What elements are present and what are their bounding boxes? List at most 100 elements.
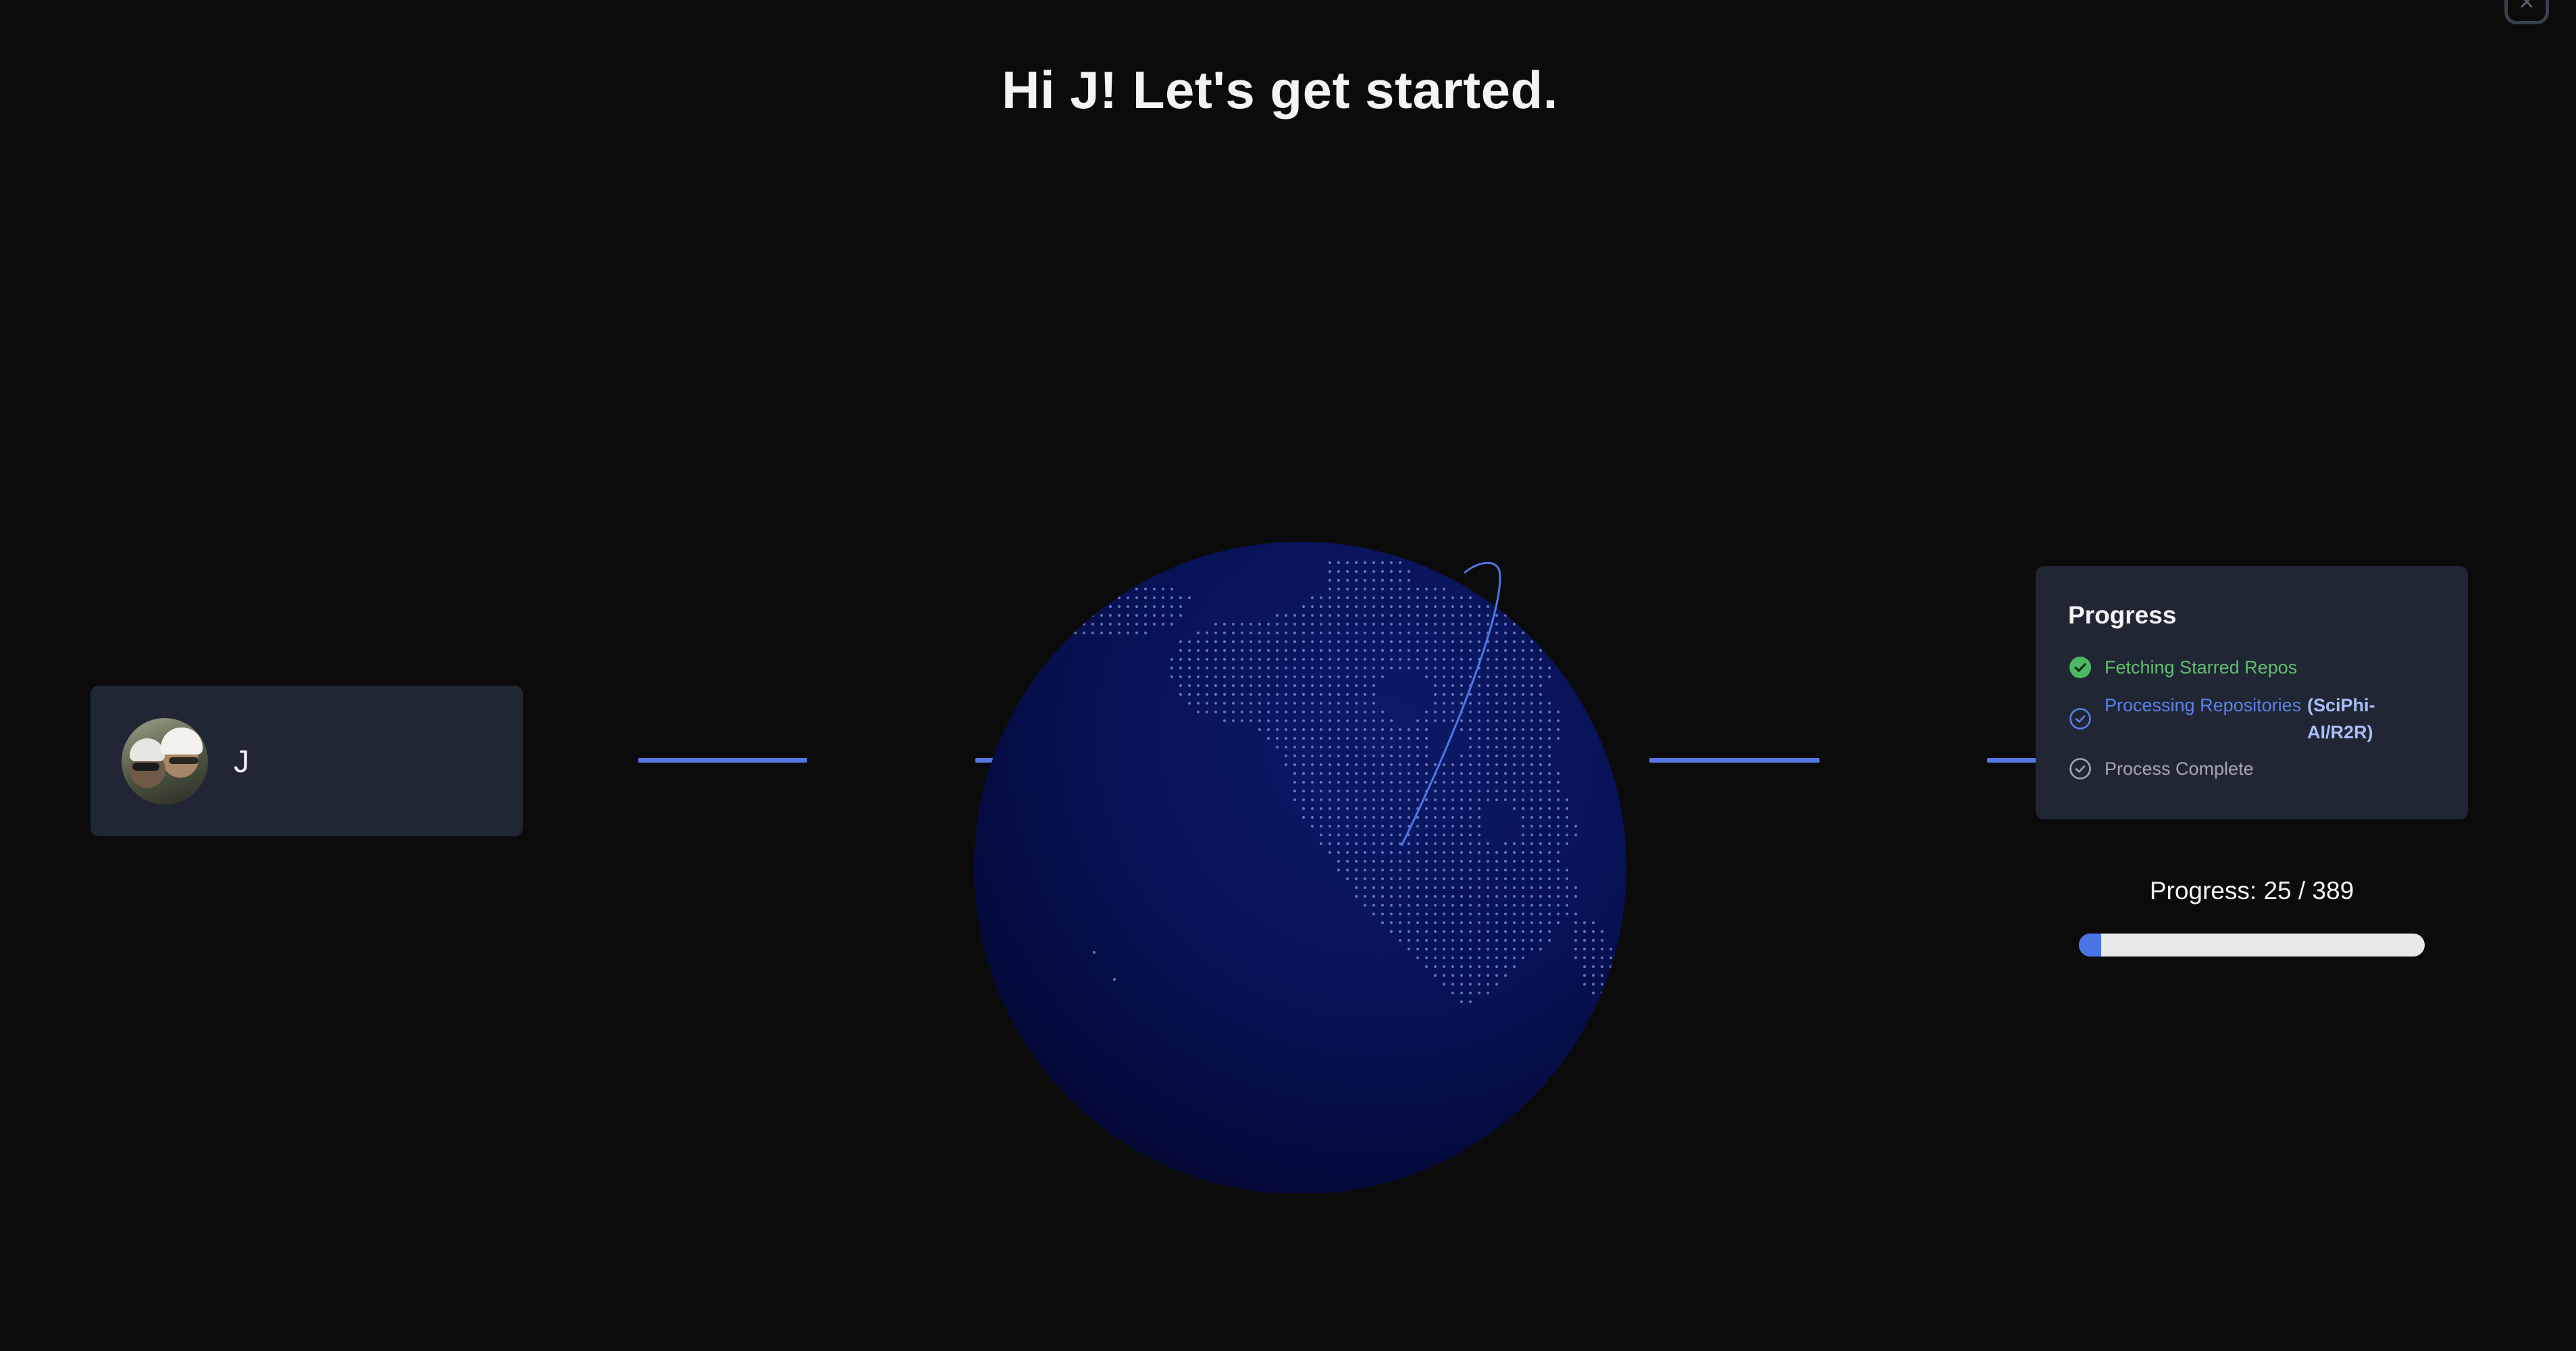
globe-land-dot [1468,763,1472,767]
globe-land-dot [1433,763,1437,767]
globe-land-dot [1451,640,1455,644]
globe-land-dot [1319,675,1323,679]
globe-land-dot [1468,605,1472,609]
globe-land-dot [1345,631,1349,635]
globe-land-dot [1521,842,1525,846]
globe-land-dot [1442,701,1446,705]
globe-land-dot [1556,868,1560,872]
globe-land-dot [1486,798,1490,802]
globe-land-dot [1354,824,1358,828]
globe-land-dot [1284,736,1288,740]
globe-land-dot [1547,745,1551,749]
globe-land-dot [1328,850,1332,855]
globe-land-dot [1231,701,1235,705]
globe-land-dot [1442,929,1446,934]
globe-land-dot [1433,605,1437,609]
globe-land-dot [1398,648,1402,653]
globe-land-dot [1407,886,1411,890]
globe [973,540,1628,1193]
globe-land-dot [1512,640,1516,644]
globe-land-dot [1310,815,1314,819]
globe-land-dot [1389,763,1393,767]
globe-land-dot [1460,1000,1464,1004]
globe-land-dot [1565,1059,1569,1063]
globe-land-dot [1442,956,1446,960]
globe-land-dot [1187,596,1191,600]
globe-land-dot [1187,675,1191,679]
globe-land-dot [1486,947,1490,951]
globe-land-dot [1512,666,1516,670]
globe-land-dot [1284,622,1288,626]
globe-land-dot [1231,640,1235,644]
globe-land-dot [1170,596,1174,600]
globe-land-dot [1477,605,1481,609]
globe-land-dot [1451,815,1455,819]
globe-land-dot [1442,692,1446,696]
close-button[interactable]: × [2504,0,2549,24]
globe-land-dot [1495,956,1499,960]
globe-land-dot [1328,789,1332,793]
globe-land-dot [1486,666,1490,670]
globe-land-dot [1503,640,1508,644]
globe-land-dot [1609,982,1613,986]
globe-land-dot [1521,789,1525,793]
globe-land-dot [1222,640,1227,644]
globe-land-dot [1424,842,1428,846]
globe-land-dot [1372,780,1376,784]
globe-land-dot [1477,789,1481,793]
globe-land-dot [1372,587,1376,591]
globe-land-dot [1354,605,1358,609]
globe-land-dot [1275,710,1279,714]
globe-land-dot [1424,833,1428,837]
globe-land-dot [1416,850,1420,855]
globe-land-dot [1460,912,1464,916]
globe-land-dot [1117,605,1121,609]
globe-land-dot [1433,894,1437,898]
globe-land-dot [1328,701,1332,705]
globe-land-dot [1354,807,1358,811]
globe-land-dot [1468,956,1472,960]
globe-land-dot [1512,692,1516,696]
globe-land-dot [1512,736,1516,740]
globe-land-dot [1468,771,1472,775]
globe-land-dot [1214,710,1218,714]
globe-land-dot [1547,798,1551,802]
globe-land-dot [1424,780,1428,784]
globe-land-dot [1345,842,1349,846]
globe-land-dot [1442,973,1446,977]
globe-land-dot [1521,648,1525,653]
globe-land-dot [1372,763,1376,767]
globe-land-dot [1539,921,1543,925]
globe-land-dot [1214,666,1218,670]
globe-land-dot [1143,596,1148,600]
globe-land-dot [1460,763,1464,767]
globe-land-dot [1574,912,1578,916]
globe-land-dot [1179,675,1183,679]
globe-land-dot [1302,807,1306,811]
globe-land-dot [1468,859,1472,863]
globe-land-dot [1574,824,1578,828]
globe-land-dot [1302,631,1306,635]
globe-land-dot [1302,745,1306,749]
globe-land-dot [1503,842,1508,846]
globe-land-dot [1389,877,1393,881]
globe-land-dot [1302,710,1306,714]
globe-land-dot [1266,684,1270,688]
globe-land-dot [1337,666,1341,670]
globe-land-dot [1372,692,1376,696]
globe-land-dot [1460,894,1464,898]
globe-land-dot [1433,842,1437,846]
globe-land-dot [1284,754,1288,758]
globe-land-dot [1091,631,1095,635]
globe-land-dot [1460,921,1464,925]
globe-land-dot [1556,736,1560,740]
globe-land-dot [1205,701,1209,705]
globe-land-dot [1372,850,1376,855]
globe-land-dot [1407,912,1411,916]
globe-land-dot [1266,648,1270,653]
globe-land-dot [1073,622,1077,626]
globe-land-dot [1222,675,1227,679]
globe-land-dot [1565,798,1569,802]
globe-land-dot [1345,763,1349,767]
globe-land-dot [1521,640,1525,644]
